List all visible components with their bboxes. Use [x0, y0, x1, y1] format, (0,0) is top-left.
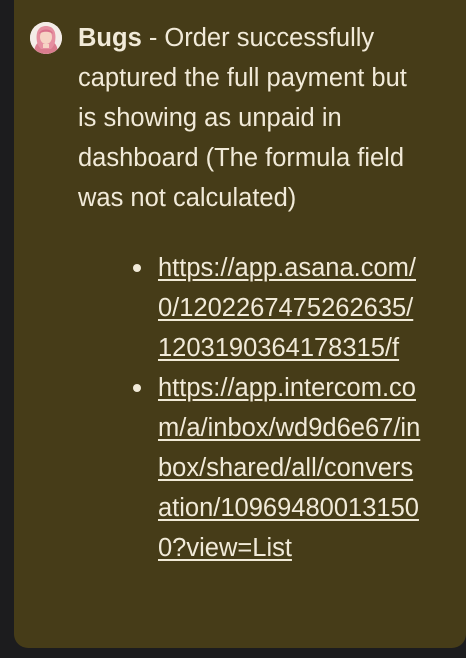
intercom-link[interactable]: https://app.intercom.com/a/inbox/wd9d6e6… — [158, 374, 420, 562]
avatar[interactable] — [30, 22, 62, 54]
message-body: Order successfully captured the full pay… — [78, 24, 407, 212]
message-separator: - — [141, 24, 165, 52]
message-title: Bugs — [78, 24, 142, 52]
asana-link[interactable]: https://app.asana.com/0/1202267475262635… — [158, 254, 416, 362]
bullet-icon — [133, 384, 141, 392]
message-text: Bugs - Order successfully captured the f… — [78, 18, 428, 218]
message-card: Bugs - Order successfully captured the f… — [14, 0, 466, 648]
link-list: https://app.asana.com/0/1202267475262635… — [127, 248, 427, 568]
user-avatar-icon — [30, 22, 62, 54]
list-item: https://app.asana.com/0/1202267475262635… — [127, 248, 427, 368]
list-item: https://app.intercom.com/a/inbox/wd9d6e6… — [127, 368, 427, 568]
bullet-icon — [133, 264, 141, 272]
